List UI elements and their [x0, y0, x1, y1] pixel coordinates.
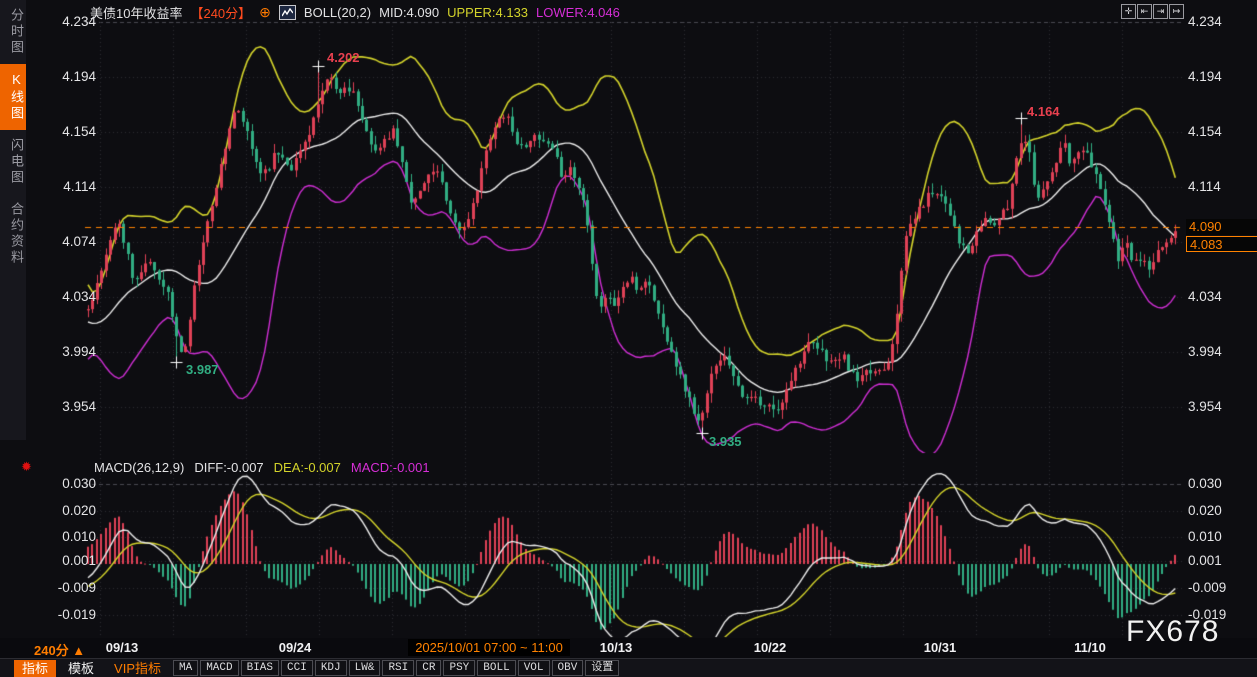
- period-selector[interactable]: 240分 ▲: [34, 640, 85, 659]
- macd-axis-label: 0.001: [0, 552, 96, 570]
- indicator-cr-button[interactable]: CR: [416, 660, 441, 676]
- indicator-kdj-button[interactable]: KDJ: [315, 660, 347, 676]
- boll-mid-price-tag: 4.090: [1186, 219, 1257, 235]
- time-axis: 240分 ▲ 09/13 09/24 10/13 10/22 10/31 11/…: [0, 638, 1257, 658]
- macd-axis-label: 0.020: [0, 502, 96, 520]
- macd-macd-value: MACD:-0.001: [351, 460, 430, 475]
- instrument-title: 美债10年收益率: [90, 3, 182, 22]
- date-tick: 09/13: [99, 640, 145, 655]
- macd-axis-label: 0.030: [1188, 475, 1256, 493]
- low-annotation: 3.987: [186, 362, 219, 377]
- tab-vip-indicator[interactable]: VIP指标: [106, 660, 169, 677]
- high-annotation: 4.164: [1027, 104, 1060, 119]
- price-axis-label: 4.114: [1188, 178, 1256, 196]
- indicator-cci-button[interactable]: CCI: [281, 660, 313, 676]
- date-tick: 10/22: [747, 640, 793, 655]
- live-dot-icon: ✹: [21, 459, 32, 475]
- price-axis-label: 3.954: [1188, 398, 1256, 416]
- macd-diff-value: DIFF:-0.007: [194, 460, 263, 475]
- chart-mode-sidebar: 分时图 K线图 闪电图 合约资料: [0, 0, 26, 440]
- boll-mid-value: MID:4.090: [379, 5, 439, 20]
- low-annotation: 3.935: [709, 434, 742, 449]
- date-tick: 10/31: [917, 640, 963, 655]
- fx678-watermark: FX678: [1126, 615, 1219, 649]
- scale-right-icon[interactable]: ⇥: [1153, 4, 1168, 19]
- boll-lower-value: LOWER:4.046: [536, 5, 620, 20]
- alarm-clock-icon[interactable]: ⊕: [259, 4, 271, 21]
- indicator-boll-button[interactable]: BOLL: [477, 660, 515, 676]
- sidebar-tab-kline-chart[interactable]: K线图: [0, 64, 26, 130]
- price-axis-label: 4.154: [1188, 123, 1256, 141]
- crosshair-date-label: 2025/10/01 07:00 ~ 11:00 三: [408, 639, 570, 656]
- trading-app-window: 分时图 K线图 闪电图 合约资料 美债10年收益率 【240分】 ⊕ BOLL(…: [0, 0, 1257, 677]
- boll-upper-value: UPPER:4.133: [447, 5, 528, 20]
- indicator-ma-button[interactable]: MA: [173, 660, 198, 676]
- tab-template[interactable]: 模板: [60, 660, 102, 677]
- boll-indicator-label: BOLL(20,2): [304, 5, 371, 20]
- price-axis-label: 4.194: [1188, 68, 1256, 86]
- macd-axis-label: 0.030: [0, 475, 96, 493]
- chart-type-icon[interactable]: [279, 5, 296, 20]
- period-tag[interactable]: 【240分】: [190, 3, 251, 22]
- indicator-rsi-button[interactable]: RSI: [382, 660, 414, 676]
- macd-axis-label: -0.019: [0, 606, 96, 624]
- indicator-psy-button[interactable]: PSY: [443, 660, 475, 676]
- tab-indicator[interactable]: 指标: [14, 660, 56, 677]
- sidebar-tab-contract-info[interactable]: 合约资料: [0, 194, 26, 274]
- price-axis-label: 4.234: [1188, 13, 1256, 31]
- pan-tool-icon[interactable]: ✛: [1121, 4, 1136, 19]
- chart-canvas[interactable]: [0, 0, 1257, 677]
- indicator-vol-button[interactable]: VOL: [518, 660, 550, 676]
- last-price-tag: 4.083: [1186, 236, 1257, 252]
- high-annotation: 4.202: [327, 50, 360, 65]
- macd-axis-label: 0.010: [0, 528, 96, 546]
- date-tick: 09/24: [272, 640, 318, 655]
- macd-axis-label: 0.001: [1188, 552, 1256, 570]
- date-tick: 10/13: [593, 640, 639, 655]
- macd-axis-label: 0.010: [1188, 528, 1256, 546]
- date-tick: 11/10: [1067, 640, 1113, 655]
- indicator-lwr-button[interactable]: LW&: [349, 660, 381, 676]
- indicator-obv-button[interactable]: OBV: [552, 660, 584, 676]
- price-axis-label: 4.034: [1188, 288, 1256, 306]
- settings-button[interactable]: 设置: [585, 660, 619, 676]
- indicator-macd-button[interactable]: MACD: [200, 660, 238, 676]
- sidebar-tab-lightning-chart[interactable]: 闪电图: [0, 130, 26, 194]
- macd-axis-label: -0.009: [0, 579, 96, 597]
- macd-axis-label: 0.020: [1188, 502, 1256, 520]
- chart-header: 美债10年收益率 【240分】 ⊕ BOLL(20,2) MID:4.090 U…: [90, 3, 620, 21]
- scale-left-icon[interactable]: ⇤: [1137, 4, 1152, 19]
- macd-dea-value: DEA:-0.007: [274, 460, 341, 475]
- indicator-bias-button[interactable]: BIAS: [241, 660, 279, 676]
- macd-axis-label: -0.009: [1188, 579, 1256, 597]
- sidebar-tab-time-chart[interactable]: 分时图: [0, 0, 26, 64]
- price-axis-label: 3.994: [1188, 343, 1256, 361]
- macd-legend: MACD(26,12,9) DIFF:-0.007 DEA:-0.007 MAC…: [94, 460, 430, 475]
- indicator-toolbar: 指标 模板 VIP指标 MA MACD BIAS CCI KDJ LW& RSI…: [0, 658, 1257, 677]
- macd-name: MACD(26,12,9): [94, 460, 184, 475]
- jump-latest-icon[interactable]: ↦: [1169, 4, 1184, 19]
- chart-tool-icons: ✛ ⇤ ⇥ ↦: [1121, 4, 1184, 19]
